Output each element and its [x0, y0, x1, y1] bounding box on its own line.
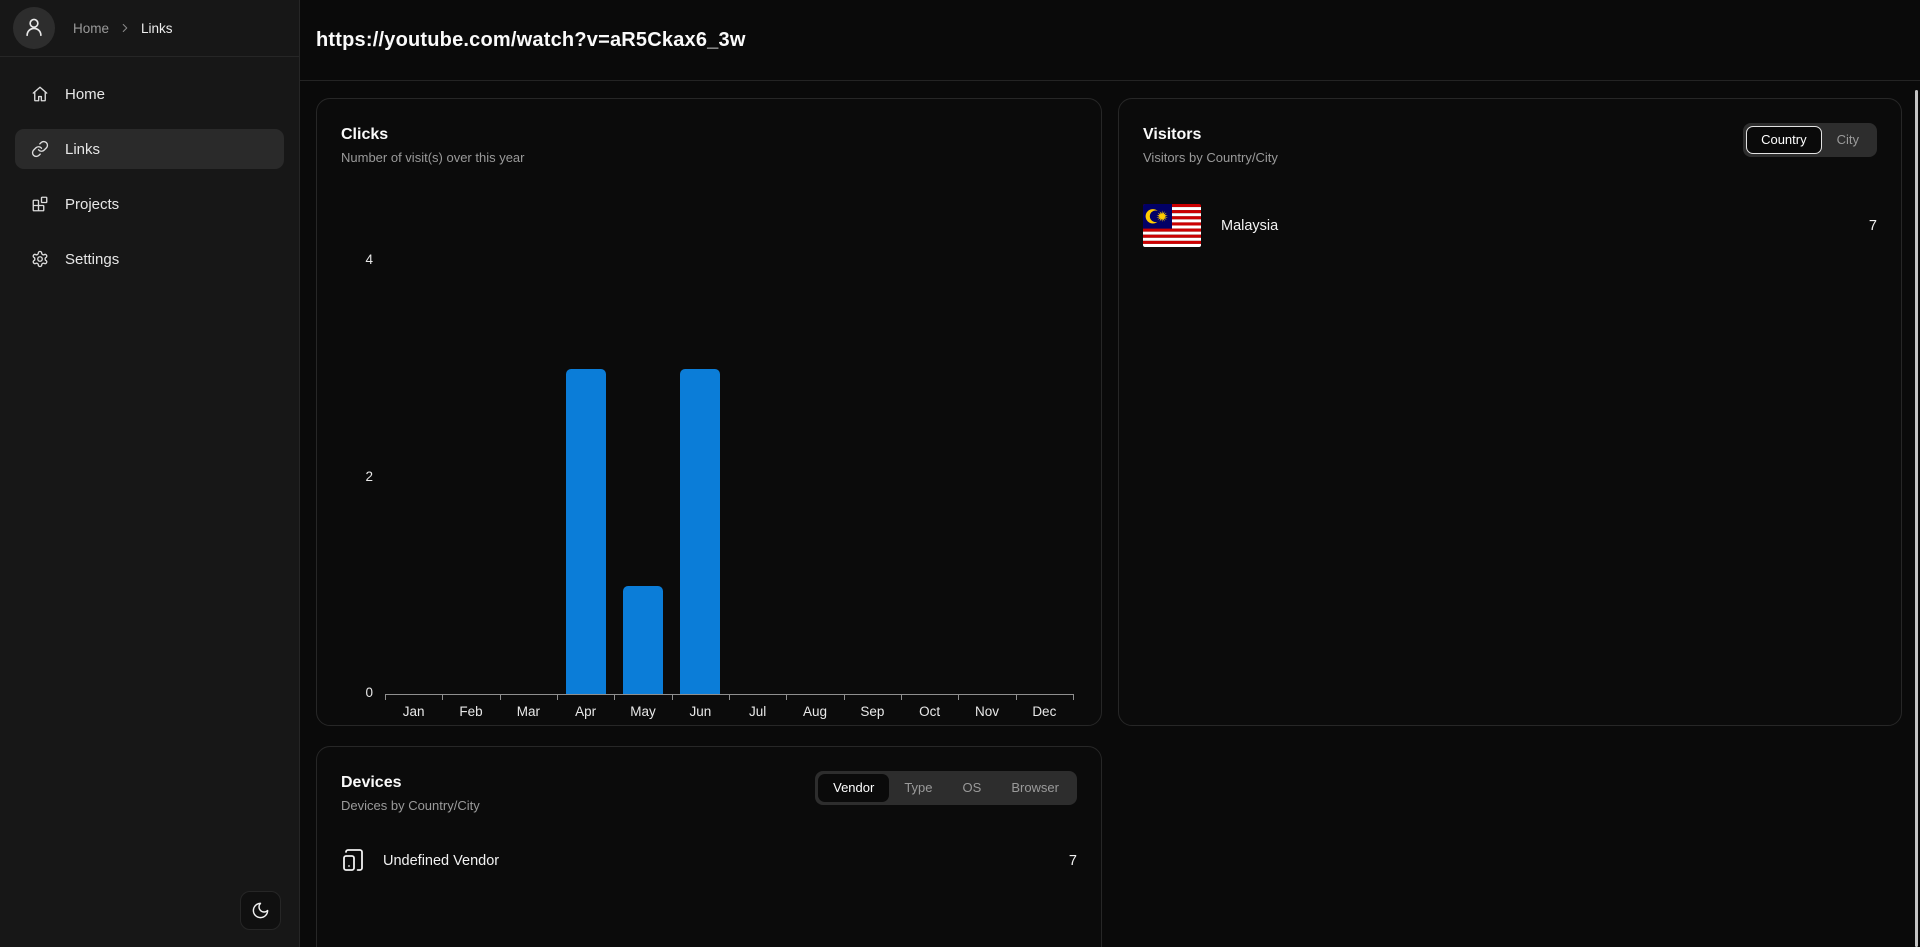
main-content: https://youtube.com/watch?v=aR5Ckax6_3w … [300, 0, 1920, 947]
x-axis-tick-label: Jan [385, 704, 442, 719]
row-label: Undefined Vendor [383, 853, 499, 869]
x-axis-tick [557, 694, 558, 700]
sidebar-item-label: Settings [65, 251, 119, 268]
breadcrumb-current: Links [141, 21, 173, 36]
x-axis-tick-label: Jun [672, 704, 729, 719]
y-axis-tick-label: 0 [343, 685, 373, 700]
x-axis-tick-label: Aug [787, 704, 844, 719]
blocks-icon [31, 195, 49, 213]
sidebar-item-projects[interactable]: Projects [15, 184, 284, 224]
x-axis-tick [500, 694, 501, 700]
devices-list: Undefined Vendor 7 [341, 848, 1077, 874]
sidebar-item-label: Home [65, 86, 105, 103]
list-item: Undefined Vendor 7 [341, 848, 1077, 874]
row-label: Malaysia [1221, 218, 1278, 234]
x-axis-tick-label: Apr [557, 704, 614, 719]
x-axis-tick-label: May [615, 704, 672, 719]
devices-card-title: Devices [341, 771, 480, 795]
link-icon [31, 140, 49, 158]
clicks-card: Clicks Number of visit(s) over this year… [316, 98, 1102, 726]
bar-jun [680, 369, 720, 694]
visitors-card-subtitle: Visitors by Country/City [1143, 147, 1278, 168]
sidebar-item-label: Links [65, 141, 100, 158]
sidebar-nav: Home Links Projects Settings [0, 57, 299, 311]
x-axis-tick [614, 694, 615, 700]
sidebar-item-home[interactable]: Home [15, 74, 284, 114]
x-axis-tick-label: Dec [1016, 704, 1073, 719]
sidebar: Home Links Home Links Projects Settings [0, 0, 300, 947]
user-icon [23, 16, 45, 41]
clicks-bar-chart: 024JanFebMarAprMayJunJulAugSepOctNovDec [341, 168, 1077, 708]
x-axis-tick [844, 694, 845, 700]
visitors-card-title: Visitors [1143, 123, 1278, 147]
x-axis-tick [385, 694, 386, 700]
moon-icon [251, 901, 270, 920]
content: Clicks Number of visit(s) over this year… [300, 81, 1920, 947]
x-axis-tick [729, 694, 730, 700]
x-axis-tick-label: Nov [959, 704, 1016, 719]
visitors-list: Malaysia 7 [1143, 204, 1877, 247]
row-count: 7 [1869, 218, 1877, 234]
x-axis-tick [672, 694, 673, 700]
page-header: https://youtube.com/watch?v=aR5Ckax6_3w [300, 0, 1920, 81]
chart-plot-area: 024JanFebMarAprMayJunJulAugSepOctNovDec [385, 261, 1073, 694]
x-axis-tick-label: Mar [500, 704, 557, 719]
devices-card: Devices Devices by Country/City VendorTy… [316, 746, 1102, 947]
bar-may [623, 586, 663, 694]
row-count: 7 [1069, 853, 1077, 869]
clicks-card-subtitle: Number of visit(s) over this year [341, 147, 1077, 168]
x-axis-tick [1073, 694, 1074, 700]
toggle-city[interactable]: City [1822, 126, 1874, 154]
sidebar-item-links[interactable]: Links [15, 129, 284, 169]
avatar[interactable] [13, 7, 55, 49]
malaysia-flag [1143, 204, 1201, 247]
toggle-type[interactable]: Type [889, 774, 947, 802]
x-axis-tick-label: Sep [844, 704, 901, 719]
gear-icon [31, 250, 49, 268]
x-axis-tick-label: Oct [901, 704, 958, 719]
page-title: https://youtube.com/watch?v=aR5Ckax6_3w [316, 29, 746, 52]
x-axis-tick-label: Jul [729, 704, 786, 719]
toggle-vendor[interactable]: Vendor [818, 774, 889, 802]
x-axis-tick [958, 694, 959, 700]
clicks-card-title: Clicks [341, 123, 1077, 147]
y-axis-tick-label: 4 [343, 252, 373, 267]
toggle-country[interactable]: Country [1746, 126, 1822, 154]
visitors-toggle-group: CountryCity [1743, 123, 1877, 157]
sidebar-header: Home Links [0, 0, 299, 57]
chevron-right-icon [118, 21, 132, 35]
x-axis-tick-label: Feb [443, 704, 500, 719]
toggle-browser[interactable]: Browser [996, 774, 1074, 802]
devices-card-subtitle: Devices by Country/City [341, 795, 480, 816]
y-axis-tick-label: 2 [343, 469, 373, 484]
breadcrumb: Home Links [73, 21, 173, 36]
bar-apr [566, 369, 606, 694]
visitors-card: Visitors Visitors by Country/City Countr… [1118, 98, 1902, 726]
list-item: Malaysia 7 [1143, 204, 1877, 247]
home-icon [31, 85, 49, 103]
toggle-os[interactable]: OS [948, 774, 997, 802]
x-axis-tick [786, 694, 787, 700]
theme-toggle-button[interactable] [240, 891, 281, 930]
x-axis-tick [442, 694, 443, 700]
vertical-scrollbar[interactable] [1915, 90, 1918, 947]
breadcrumb-home[interactable]: Home [73, 21, 109, 36]
sidebar-item-label: Projects [65, 196, 119, 213]
smartphone-icon [341, 848, 365, 874]
x-axis-tick [1016, 694, 1017, 700]
sidebar-item-settings[interactable]: Settings [15, 239, 284, 279]
x-axis-tick [901, 694, 902, 700]
devices-toggle-group: VendorTypeOSBrowser [815, 771, 1077, 805]
